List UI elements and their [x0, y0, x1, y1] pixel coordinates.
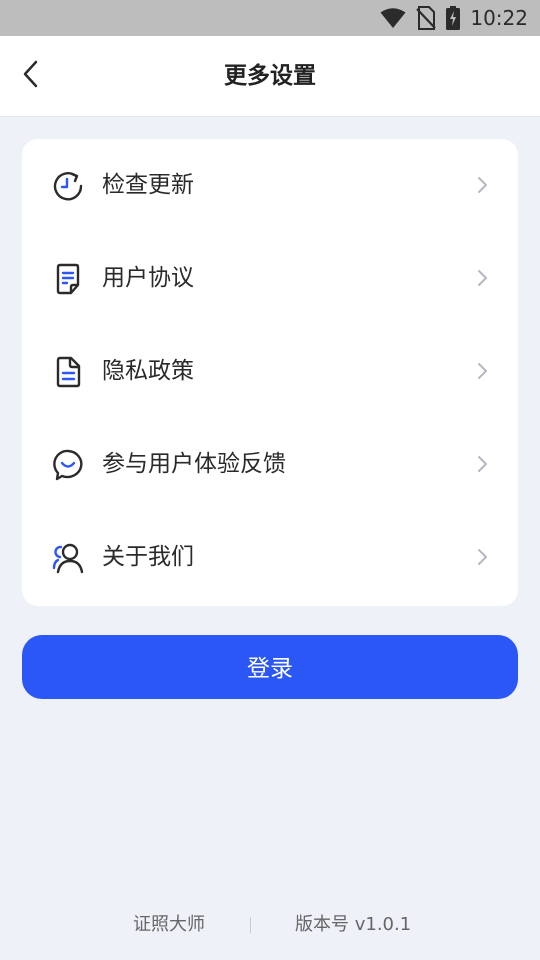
settings-card: 检查更新 用户协议 隐私政策 参与用户体验反馈 关于我们 — [22, 139, 518, 606]
settings-item-label: 参与用户体验反馈 — [102, 451, 286, 477]
settings-item-label: 关于我们 — [102, 544, 194, 570]
no-sim-icon — [416, 6, 437, 30]
settings-item-label: 用户协议 — [102, 265, 194, 291]
footer: 证照大师 版本号 v1.0.1 — [0, 905, 540, 945]
privacy-document-icon — [52, 356, 84, 388]
chevron-left-icon — [22, 60, 38, 92]
settings-item-label: 隐私政策 — [102, 358, 194, 384]
footer-version: 版本号 v1.0.1 — [295, 914, 412, 935]
footer-divider — [250, 917, 251, 933]
chevron-right-icon — [476, 361, 488, 381]
login-button[interactable]: 登录 — [22, 635, 518, 699]
agreement-document-icon — [52, 263, 84, 295]
status-bar: 10:22 — [0, 0, 540, 36]
app-header: 更多设置 — [0, 36, 540, 117]
chevron-right-icon — [476, 454, 488, 474]
settings-item-label: 检查更新 — [102, 172, 194, 198]
chevron-right-icon — [476, 547, 488, 567]
about-users-icon — [52, 542, 84, 574]
chevron-right-icon — [476, 175, 488, 195]
settings-item-check-update[interactable]: 检查更新 — [22, 139, 518, 232]
settings-item-user-agreement[interactable]: 用户协议 — [22, 232, 518, 325]
status-time: 10:22 — [470, 6, 528, 30]
wifi-icon — [380, 7, 406, 29]
feedback-smile-icon — [52, 449, 84, 481]
chevron-right-icon — [476, 268, 488, 288]
page-title: 更多设置 — [224, 63, 316, 89]
update-clock-icon — [52, 170, 84, 202]
footer-app-name: 证照大师 — [133, 914, 205, 935]
settings-item-feedback[interactable]: 参与用户体验反馈 — [22, 418, 518, 511]
settings-item-privacy-policy[interactable]: 隐私政策 — [22, 325, 518, 418]
status-icons: 10:22 — [380, 0, 528, 36]
battery-charging-icon — [446, 6, 461, 30]
back-button[interactable] — [10, 56, 50, 96]
settings-item-about-us[interactable]: 关于我们 — [22, 511, 518, 604]
